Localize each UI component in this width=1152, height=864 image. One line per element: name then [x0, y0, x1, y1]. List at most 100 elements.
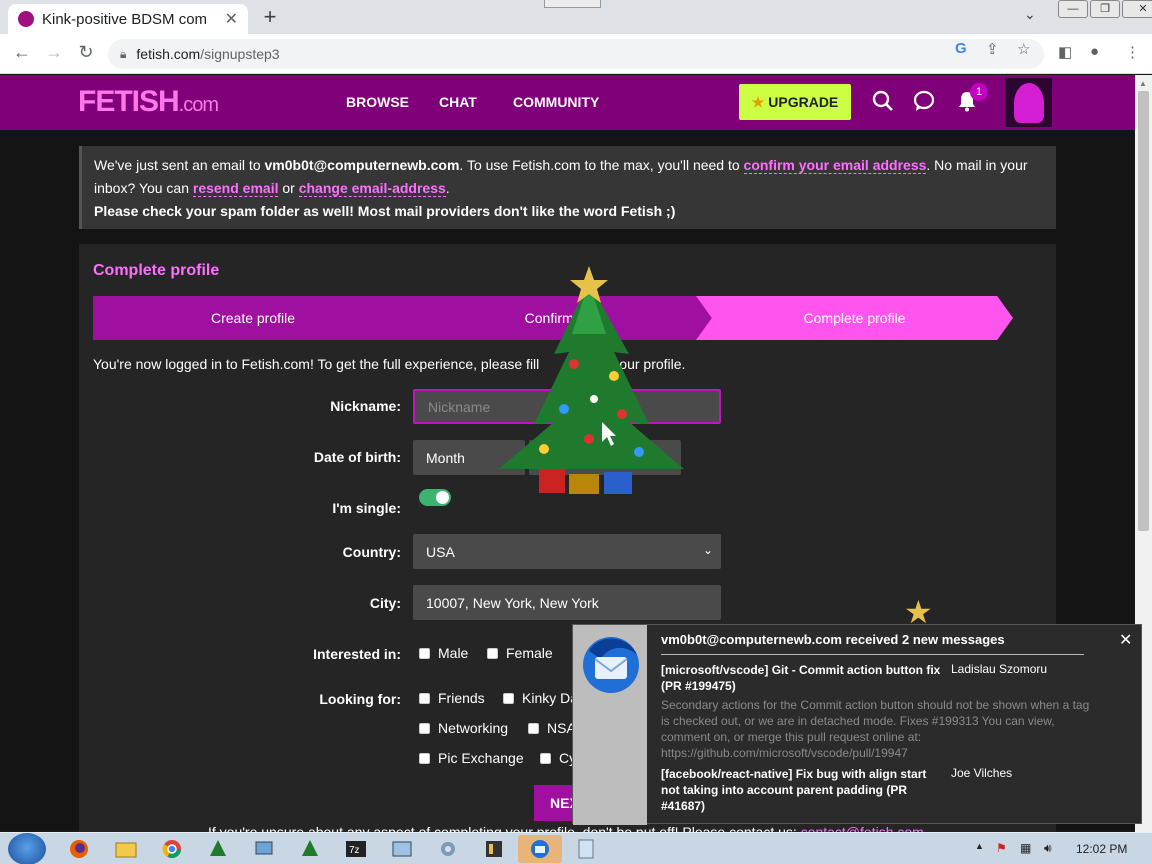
window-close-button[interactable]: ✕ — [1122, 0, 1152, 18]
7zip-icon[interactable]: 7z — [334, 835, 378, 863]
looking-friends-checkbox[interactable]: Friends — [419, 690, 485, 706]
windows-taskbar: 7z ▲ ⚑ ▦ 🔊︎ 12:02 PM — [0, 832, 1152, 864]
browser-tab-bar: Kink-positive BDSM com ✕ + ⌄ — ❐ ✕ — [0, 0, 1152, 34]
scroll-thumb[interactable] — [1138, 91, 1149, 531]
address-toolbar: ← → ↻ 🔒︎ fetish.com/signupstep3 G ⇪ ☆ ◧ … — [0, 34, 1152, 74]
notification-divider — [661, 654, 1084, 655]
looking-nsa-checkbox[interactable]: NSA — [528, 720, 576, 736]
nav-chat[interactable]: CHAT — [439, 94, 477, 110]
resend-email-link[interactable]: resend email — [192, 180, 279, 197]
google-translate-icon[interactable]: G — [955, 40, 967, 57]
interested-label: Interested in: — [313, 646, 401, 662]
looking-networking-checkbox[interactable]: Networking — [419, 720, 508, 736]
chevron-down-icon: ⌄ — [702, 543, 713, 557]
interested-female-checkbox[interactable]: Female — [487, 645, 553, 661]
side-panel-icon[interactable]: ◧ — [1058, 43, 1072, 61]
message-2-sender: Joe Vilches — [951, 766, 1013, 780]
message-1-sender: Ladislau Szomoru — [951, 662, 1048, 676]
chat-bubble-icon[interactable] — [913, 90, 935, 118]
notepad-icon[interactable] — [564, 835, 608, 863]
notification-badge: 1 — [970, 83, 988, 101]
scroll-up-icon[interactable]: ▲ — [1139, 79, 1147, 88]
back-arrow-icon[interactable]: ← — [10, 42, 34, 63]
chrome-icon[interactable] — [150, 835, 194, 863]
network-app-icon[interactable] — [242, 835, 286, 863]
profile-icon[interactable]: ● — [1090, 43, 1099, 60]
search-icon[interactable] — [872, 90, 894, 118]
window-grip — [544, 0, 601, 8]
notification-close-icon[interactable]: ✕ — [1119, 630, 1132, 650]
single-toggle[interactable] — [419, 489, 451, 506]
notification-heading: vm0b0t@computernewb.com received 2 new m… — [661, 632, 1005, 647]
terminal-app-icon[interactable] — [472, 835, 516, 863]
url-bar[interactable]: 🔒︎ fetish.com/signupstep3 — [108, 39, 1044, 69]
tab-search-chevron-icon[interactable]: ⌄ — [1024, 6, 1036, 23]
christmas-tree-image — [499, 266, 684, 494]
step-complete-profile: Complete profile — [696, 296, 1013, 340]
lock-icon[interactable]: 🔒︎ — [120, 47, 126, 62]
screenshot-app-icon[interactable] — [380, 835, 424, 863]
notice-email: vm0b0t@computernewb.com — [264, 157, 460, 173]
network-tray-icon[interactable]: ▦ — [1020, 841, 1031, 855]
interested-male-checkbox[interactable]: Male — [419, 645, 468, 661]
nav-browse[interactable]: BROWSE — [346, 94, 409, 110]
action-center-icon[interactable]: ⚑ — [996, 841, 1007, 855]
site-favicon-icon — [18, 11, 34, 27]
browser-tab[interactable]: Kink-positive BDSM com ✕ — [8, 4, 248, 34]
looking-label: Looking for: — [319, 691, 401, 707]
restore-button[interactable]: ❐ — [1090, 0, 1120, 18]
upgrade-button[interactable]: ★ UPGRADE — [739, 84, 851, 120]
panel-title: Complete profile — [93, 262, 220, 279]
country-select[interactable]: USA ⌄ — [413, 534, 721, 569]
tab-title: Kink-positive BDSM com — [42, 10, 208, 28]
avatar[interactable] — [1005, 78, 1052, 127]
volume-icon[interactable]: 🔊︎ — [1044, 841, 1052, 856]
looking-pic-exchange-checkbox[interactable]: Pic Exchange — [419, 750, 524, 766]
star-icon: ★ — [751, 93, 765, 110]
looking-cyber-checkbox[interactable]: Cy — [540, 750, 576, 766]
tree-app-2-icon[interactable] — [288, 835, 332, 863]
confirm-email-link[interactable]: confirm your email address — [743, 157, 927, 174]
city-label: City: — [369, 595, 401, 611]
spam-hint: Please check your spam folder as well! M… — [94, 203, 676, 219]
tree-app-icon[interactable] — [196, 835, 240, 863]
message-2-subject[interactable]: [facebook/react-native] Fix bug with ali… — [661, 766, 941, 814]
change-email-link[interactable]: change email-address — [298, 180, 446, 197]
nav-community[interactable]: COMMUNITY — [513, 94, 599, 110]
looking-kinky-dates-checkbox[interactable]: Kinky Da — [503, 690, 578, 706]
dob-label: Date of birth: — [313, 449, 401, 465]
tray-expand-icon[interactable]: ▲ — [975, 841, 984, 851]
taskbar-clock[interactable]: 12:02 PM — [1076, 842, 1127, 856]
thunderbird-notification[interactable]: vm0b0t@computernewb.com received 2 new m… — [572, 624, 1142, 825]
country-label: Country: — [342, 544, 401, 560]
share-icon[interactable]: ⇪ — [986, 40, 999, 58]
start-button[interactable] — [8, 833, 46, 864]
site-logo[interactable]: FETISH.com — [78, 85, 219, 119]
message-1-preview: Secondary actions for the Commit action … — [661, 698, 1090, 760]
window-controls: — ❐ ✕ — [1056, 0, 1152, 18]
avatar-image — [1013, 82, 1044, 123]
toggle-knob — [436, 491, 449, 504]
thunderbird-icon — [583, 637, 639, 693]
explorer-icon[interactable] — [104, 835, 148, 863]
site-header: FETISH.com BROWSE CHAT COMMUNITY ★ UPGRA… — [0, 75, 1135, 130]
nickname-label: Nickname: — [330, 398, 401, 414]
notification-icon-panel — [573, 625, 647, 825]
forward-arrow-icon[interactable]: → — [42, 42, 66, 63]
single-label: I'm single: — [332, 500, 401, 516]
svg-text:7z: 7z — [349, 845, 360, 856]
tab-close-icon[interactable]: ✕ — [225, 9, 238, 29]
step-create-profile: Create profile — [93, 296, 413, 340]
firefox-icon[interactable] — [57, 835, 101, 863]
new-tab-button[interactable]: + — [258, 4, 282, 29]
bookmark-star-icon[interactable]: ☆ — [1017, 40, 1030, 58]
reload-icon[interactable]: ↻ — [74, 42, 98, 63]
thunderbird-taskbar-icon[interactable] — [518, 835, 562, 863]
minimize-button[interactable]: — — [1058, 0, 1088, 18]
message-1-subject[interactable]: [microsoft/vscode] Git - Commit action b… — [661, 662, 941, 694]
chrome-menu-icon[interactable]: ⋮ — [1125, 43, 1140, 61]
settings-gear-icon[interactable] — [426, 835, 470, 863]
url-text: fetish.com/signupstep3 — [136, 46, 280, 62]
email-confirmation-notice: We've just sent an email to vm0b0t@compu… — [79, 146, 1056, 229]
city-input[interactable]: 10007, New York, New York — [413, 585, 721, 620]
